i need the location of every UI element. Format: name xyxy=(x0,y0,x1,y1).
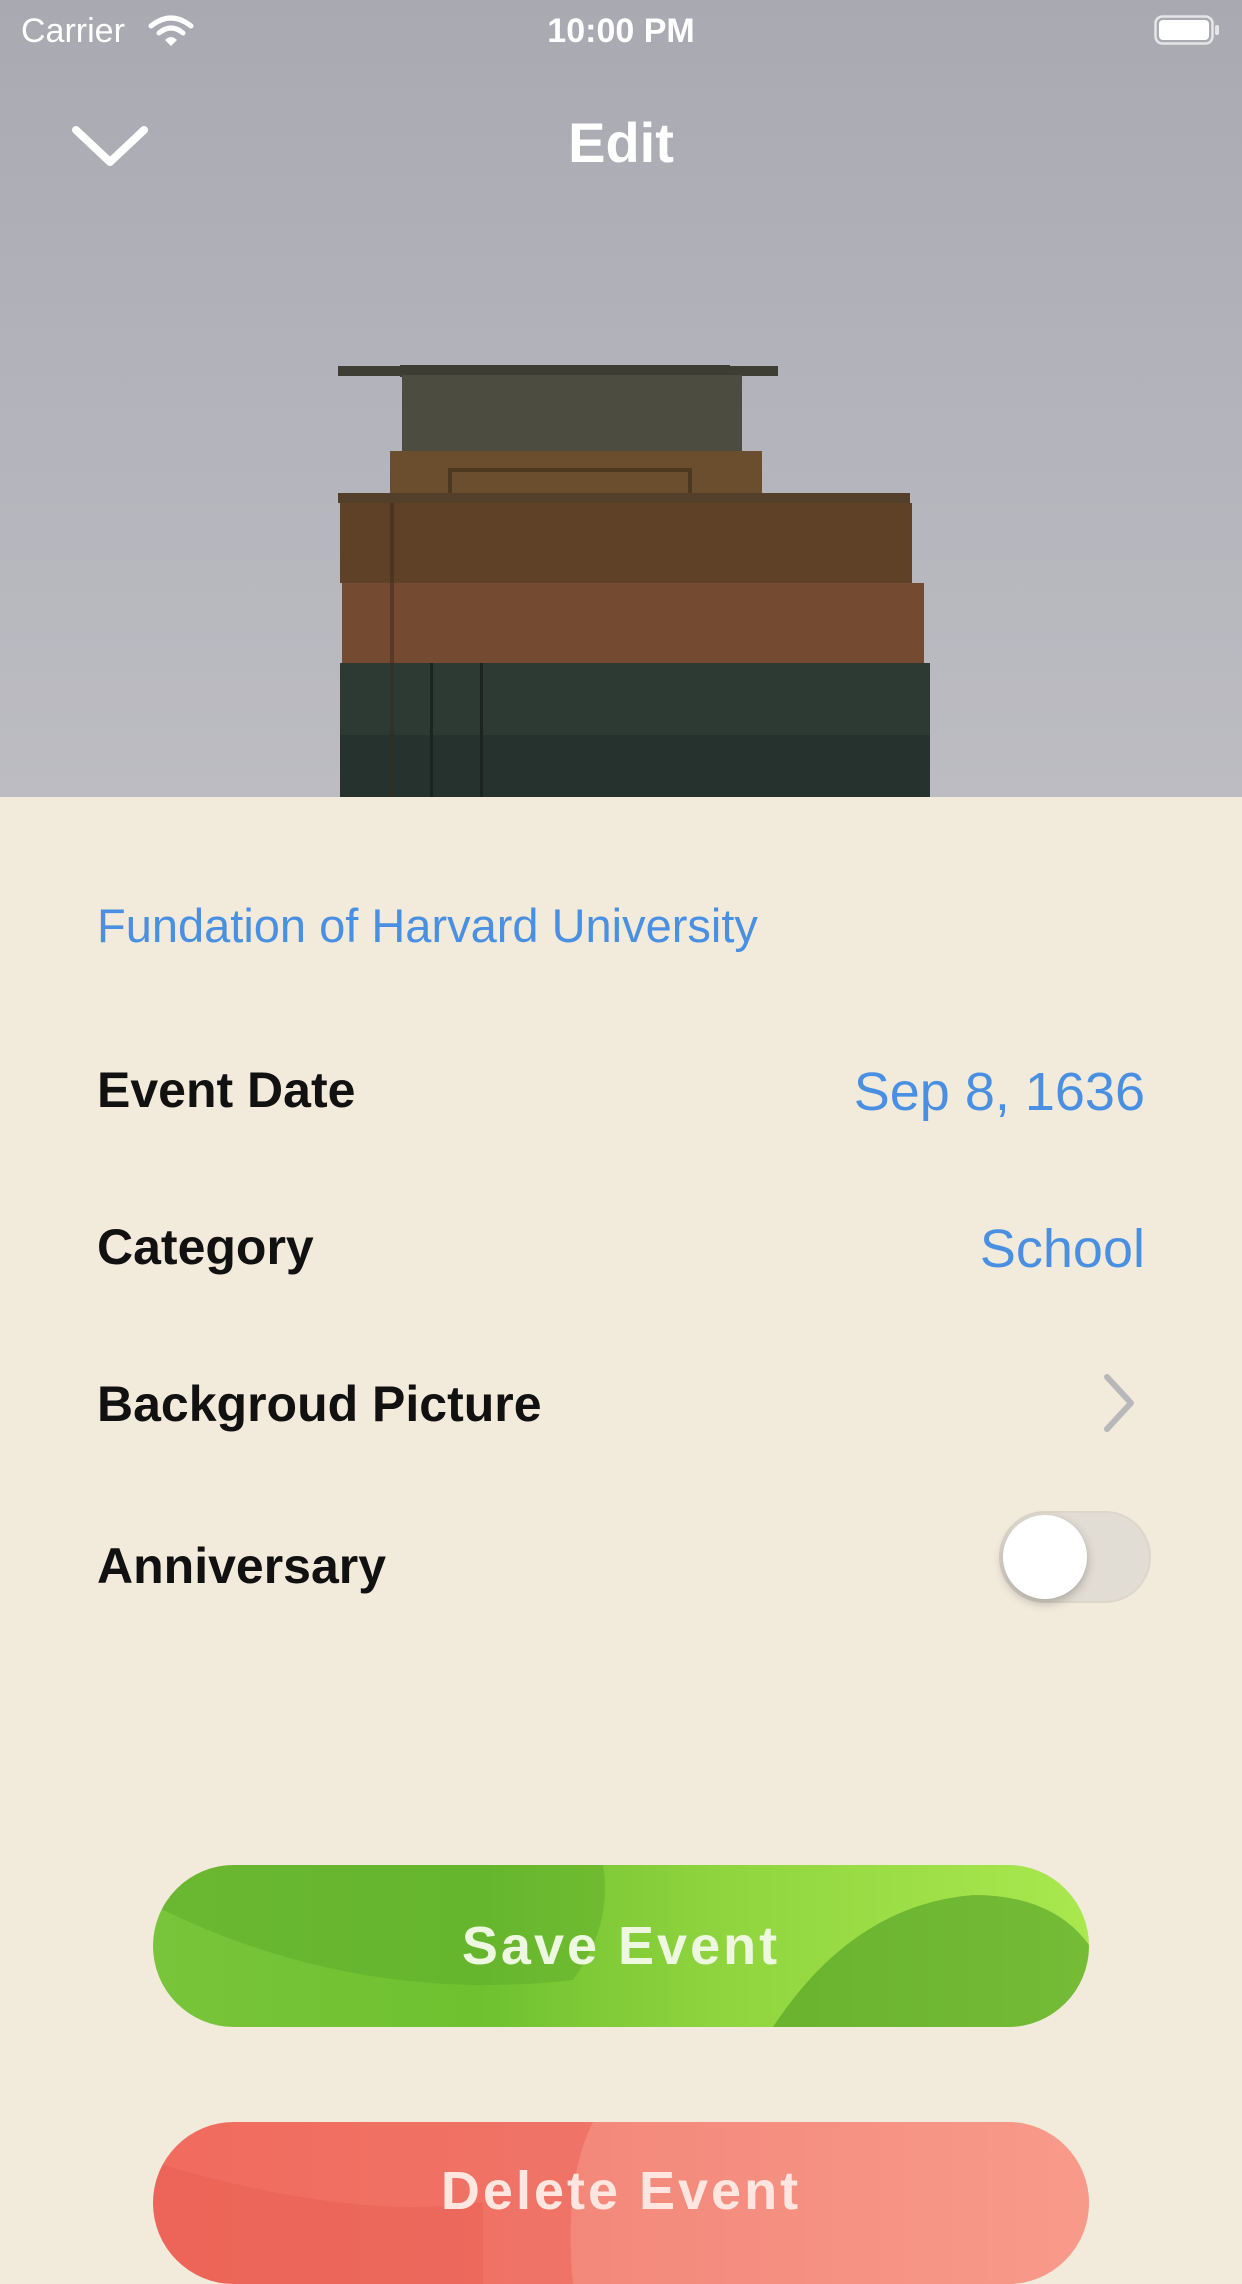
nav-bar: Edit xyxy=(0,100,1242,190)
background-picture-row[interactable]: Backgroud Picture xyxy=(97,1361,1145,1441)
books-image xyxy=(338,365,930,797)
anniversary-row: Anniversary xyxy=(97,1511,1151,1603)
battery-icon xyxy=(1154,15,1219,45)
delete-event-label: Delete Event xyxy=(440,2161,802,2221)
event-title-field[interactable]: Fundation of Harvard University xyxy=(97,898,758,953)
anniversary-toggle[interactable] xyxy=(999,1511,1151,1603)
background-picture-label: Backgroud Picture xyxy=(97,1376,542,1432)
category-row[interactable]: Category School xyxy=(97,1204,1145,1284)
event-date-label: Event Date xyxy=(97,1062,356,1118)
event-date-value[interactable]: Sep 8, 1636 xyxy=(854,1061,1145,1123)
header-image: Carrier 10:00 PM Edit xyxy=(0,0,1242,797)
status-bar: Carrier 10:00 PM xyxy=(0,0,1242,62)
toggle-knob xyxy=(1003,1515,1087,1599)
chevron-right-icon xyxy=(1104,1374,1134,1432)
category-label: Category xyxy=(97,1219,314,1275)
category-value[interactable]: School xyxy=(980,1218,1145,1280)
save-event-label: Save Event xyxy=(461,1916,781,1976)
event-date-row[interactable]: Event Date Sep 8, 1636 xyxy=(97,1047,1145,1127)
anniversary-label: Anniversary xyxy=(97,1538,387,1594)
delete-event-button[interactable]: Delete Event xyxy=(153,2122,1089,2284)
save-event-button[interactable]: Save Event xyxy=(153,1865,1089,2027)
page-title: Edit xyxy=(568,111,674,174)
status-time: 10:00 PM xyxy=(547,12,695,50)
